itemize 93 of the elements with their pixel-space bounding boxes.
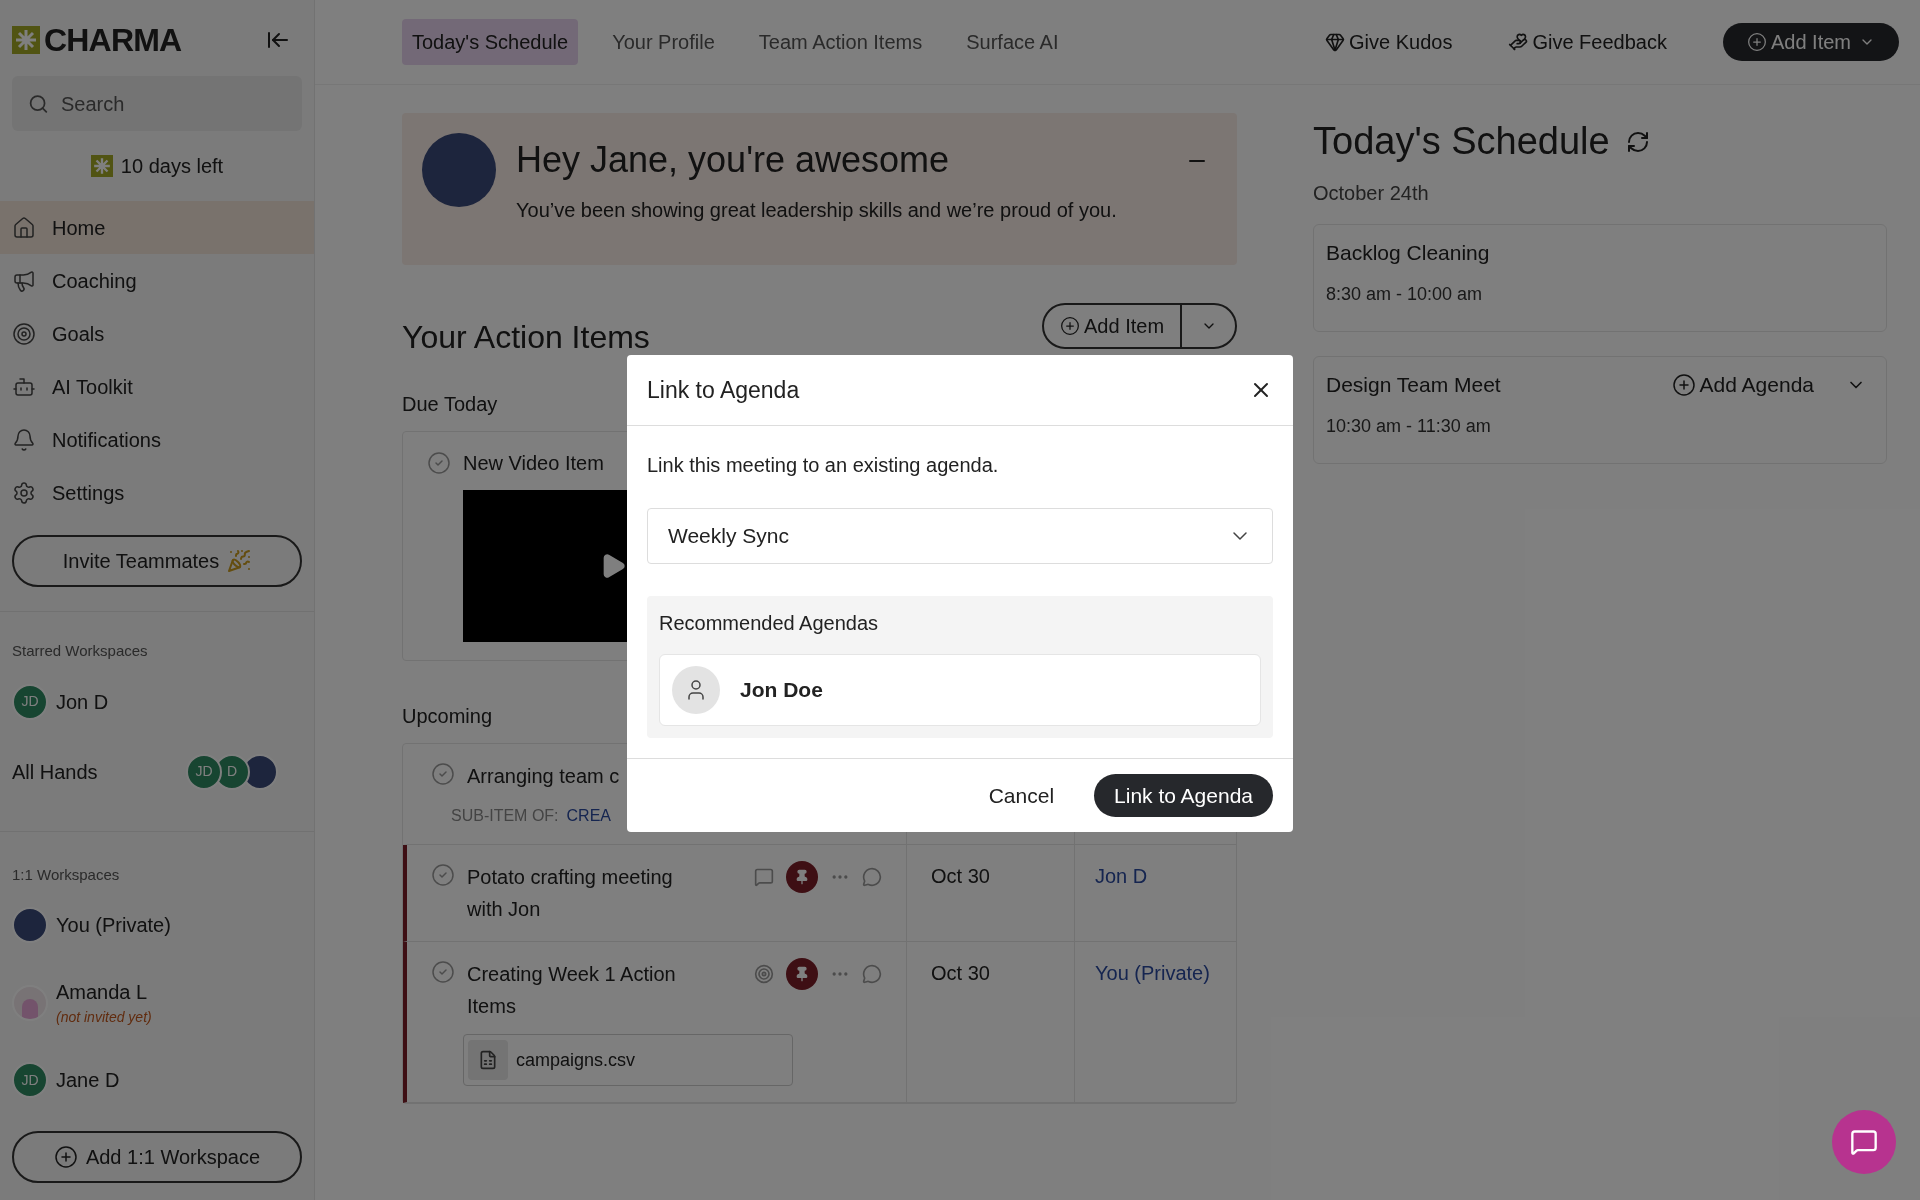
workspace-name[interactable]: Jon D xyxy=(56,686,302,717)
recommended-agenda-item[interactable]: Jon Doe xyxy=(659,654,1261,726)
search-input[interactable]: Search xyxy=(60,88,286,119)
top-tab[interactable]: Team Action Items xyxy=(748,19,933,65)
action-item-row[interactable]: Creating Week 1 Action Items campaigns.csv Oct 30 You (Private) xyxy=(403,942,1236,1103)
gem-icon xyxy=(1325,32,1346,52)
workspace-name[interactable]: Amanda L xyxy=(56,977,302,1007)
plus-icon xyxy=(53,1145,78,1169)
link-to-agenda-button[interactable]: Link to Agenda xyxy=(1094,774,1273,817)
action-item-title: New Video Item xyxy=(463,451,604,476)
section-title: Your Action Items xyxy=(402,318,650,357)
event-time: 10:30 am - 11:30 am xyxy=(1326,414,1492,438)
action-item-row[interactable]: Potato crafting meeting with Jon Oct 30 Jon D xyxy=(403,845,1236,942)
complete-check-icon[interactable] xyxy=(427,451,451,475)
add-item-button[interactable]: Add Item xyxy=(1722,23,1899,61)
event-title: Design Team Meet xyxy=(1326,372,1501,398)
owner-link[interactable]: Jon D xyxy=(1095,865,1148,887)
event-title: Backlog Cleaning xyxy=(1326,240,1490,266)
nav-item[interactable]: Home xyxy=(0,201,314,254)
avatar-illustration xyxy=(12,984,48,1021)
search-field[interactable]: Search xyxy=(12,76,302,131)
nav-item[interactable]: Coaching xyxy=(0,254,314,307)
comment-icon[interactable] xyxy=(862,964,882,984)
trial-days-left: 10 days left xyxy=(120,154,224,179)
plus-icon xyxy=(1060,316,1080,336)
complete-check-icon[interactable] xyxy=(431,762,455,786)
header-link[interactable]: Give Feedback xyxy=(1508,27,1667,57)
section-heading: 1:1 Workspaces xyxy=(11,864,121,885)
workspace-name[interactable]: You (Private) xyxy=(56,910,302,940)
plus-icon xyxy=(1671,372,1696,397)
spreadsheet-file-icon xyxy=(468,1040,508,1080)
pin-icon[interactable] xyxy=(786,861,818,893)
add-workspace-button[interactable]: Add 1:1 Workspace xyxy=(12,1131,302,1183)
megaphone-icon xyxy=(12,268,36,293)
bell-icon xyxy=(12,427,36,452)
schedule-title: Today's Schedule xyxy=(1313,119,1610,164)
dialog-description: Link this meeting to an existing agenda. xyxy=(647,453,1000,478)
dialog-title: Link to Agenda xyxy=(647,375,800,405)
top-tab[interactable]: Surface AI xyxy=(956,19,1069,65)
chat-icon xyxy=(1850,1128,1878,1156)
add-item-split-button[interactable]: Add Item xyxy=(1042,303,1237,349)
action-item-title: Creating Week 1 Action Items xyxy=(467,962,677,1019)
top-tab[interactable]: Your Profile xyxy=(602,19,725,65)
event-card[interactable]: Design Team Meet Add Agenda 10:30 am - 11:30 am xyxy=(1313,356,1887,464)
due-date: Oct 30 xyxy=(931,962,990,984)
refresh-icon[interactable] xyxy=(1625,129,1650,154)
cancel-button[interactable]: Cancel xyxy=(988,779,1055,812)
action-item-title: Arranging team c xyxy=(467,764,621,789)
sub-item-label: SUB-ITEM OF: xyxy=(451,806,559,826)
greeting-message: You’ve been showing great leadership skills and we’re proud of you. xyxy=(516,198,1118,223)
sub-item-link[interactable]: CREA xyxy=(566,804,611,828)
user-icon xyxy=(672,666,720,714)
header-link[interactable]: Give Kudos xyxy=(1325,27,1453,57)
nav-item[interactable]: Settings xyxy=(0,466,314,519)
agenda-select[interactable]: Weekly Sync xyxy=(647,508,1273,564)
action-item-title: Potato crafting meeting with Jon xyxy=(467,865,674,922)
plus-icon xyxy=(1746,32,1767,52)
owner-link[interactable]: You (Private) xyxy=(1095,962,1210,984)
logo-icon xyxy=(12,26,40,54)
hand-heart-icon xyxy=(1508,32,1529,52)
subsection-heading: Upcoming xyxy=(402,704,493,729)
subsection-heading: Due Today xyxy=(402,392,498,417)
schedule-date: October 24th xyxy=(1313,181,1430,206)
add-agenda-link[interactable]: Add Agenda xyxy=(1671,369,1814,401)
avatar-initials: JD xyxy=(186,753,222,790)
pin-icon[interactable] xyxy=(786,958,818,990)
party-popper-icon xyxy=(227,549,252,573)
logo-icon xyxy=(90,155,113,177)
invite-teammates-button[interactable]: Invite Teammates xyxy=(12,535,302,587)
workspace-name[interactable]: All Hands xyxy=(12,756,178,787)
top-tab[interactable]: Today's Schedule xyxy=(402,19,579,65)
section-heading: Starred Workspaces xyxy=(11,641,149,661)
complete-check-icon[interactable] xyxy=(431,863,455,887)
settings-icon xyxy=(12,480,36,505)
event-time: 8:30 am - 10:00 am xyxy=(1326,282,1484,306)
workspace-name[interactable]: Jane D xyxy=(56,1065,302,1095)
house-icon xyxy=(12,215,36,240)
nav-item[interactable]: AI Toolkit xyxy=(0,360,314,413)
avatar-initials: JD xyxy=(12,1062,48,1098)
workspace-note: (not invited yet) xyxy=(56,1008,153,1027)
attachment-chip[interactable]: campaigns.csv xyxy=(463,1034,793,1086)
nav-item[interactable]: Notifications xyxy=(0,413,314,466)
due-date: Oct 30 xyxy=(931,865,990,887)
recommended-heading: Recommended Agendas xyxy=(659,611,880,636)
comment-icon[interactable] xyxy=(862,867,882,887)
target-icon[interactable] xyxy=(754,964,774,984)
target-icon xyxy=(12,321,36,346)
greeting-title: Hey Jane, you're awesome xyxy=(516,138,951,182)
avatar-initials: JD xyxy=(12,683,48,720)
complete-check-icon[interactable] xyxy=(431,960,455,984)
logo-text: CHARMA xyxy=(44,21,182,60)
event-card[interactable]: Backlog Cleaning 8:30 am - 10:00 am xyxy=(1313,224,1887,332)
nav-item[interactable]: Goals xyxy=(0,307,314,360)
